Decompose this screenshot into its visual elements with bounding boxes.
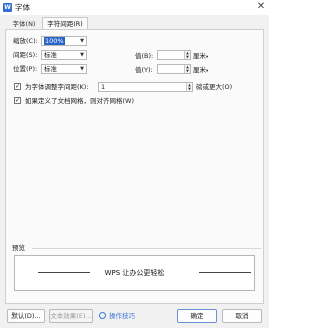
title-bar — [0, 0, 269, 15]
snap-grid-label: 如果定义了文档网格，则对齐网格(W) — [25, 97, 134, 105]
position-unit[interactable]: 厘米▾ — [193, 65, 208, 77]
spin-arrows-icon[interactable]: ▲ ▼ — [184, 65, 190, 73]
chevron-down-icon: ▼ — [80, 52, 84, 58]
default-button[interactable]: 默认(D)... — [7, 309, 45, 323]
preview-divider — [32, 248, 261, 249]
spacing-value-label: 值(B): — [135, 52, 154, 60]
spacing-combo[interactable]: 标准 ▼ — [41, 50, 87, 60]
spin-arrows-icon[interactable]: ▲ ▼ — [184, 51, 190, 59]
position-combo[interactable]: 标准 ▼ — [41, 64, 87, 74]
kerning-spinner[interactable]: 1 ▲ ▼ — [98, 82, 193, 92]
tips-link[interactable]: 操作技巧 — [109, 311, 135, 321]
snap-grid-checkbox[interactable]: ✓ — [14, 97, 21, 104]
kerning-suffix: 磅或更大(O) — [196, 83, 233, 91]
wps-app-icon: W — [3, 3, 12, 12]
scale-value: 100% — [44, 37, 65, 45]
tips-icon[interactable] — [99, 312, 106, 319]
text-effect-button[interactable]: 文本效果(E)... — [49, 309, 93, 323]
scale-combo[interactable]: 100% ▼ — [41, 36, 87, 46]
kerning-checkbox[interactable]: ✓ — [14, 83, 21, 90]
window-title: 字体 — [15, 3, 30, 12]
kerning-value: 1 — [101, 83, 106, 91]
spin-arrows-icon[interactable]: ▲ ▼ — [186, 83, 192, 91]
preview-label: 预览 — [12, 244, 25, 252]
position-value-spinner[interactable]: ▲ ▼ — [157, 64, 191, 74]
chevron-down-icon: ▼ — [80, 38, 84, 44]
position-unit-label: 厘米 — [193, 66, 206, 74]
kerning-label: 为字体调整字间距(K): — [25, 83, 89, 91]
spacing-unit-label: 厘米 — [193, 52, 206, 60]
close-icon[interactable]: ✕ — [255, 1, 267, 13]
position-value-label: 值(Y): — [135, 66, 153, 74]
spacing-label: 间距(S): — [13, 51, 38, 59]
spacing-unit[interactable]: 厘米▾ — [193, 51, 208, 63]
chevron-down-icon: ▾ — [206, 69, 209, 74]
spacing-value: 标准 — [44, 51, 57, 59]
chevron-down-icon: ▾ — [206, 55, 209, 60]
spacing-value-spinner[interactable]: ▲ ▼ — [157, 50, 191, 60]
ok-button[interactable]: 确定 — [177, 309, 217, 323]
preview-text: WPS 让办公更轻松 — [104, 269, 165, 277]
position-label: 位置(P): — [13, 65, 38, 73]
scale-label: 缩放(C): — [13, 37, 38, 45]
cancel-button[interactable]: 取消 — [222, 309, 262, 323]
position-value: 标准 — [44, 65, 57, 73]
chevron-down-icon: ▼ — [80, 66, 84, 72]
